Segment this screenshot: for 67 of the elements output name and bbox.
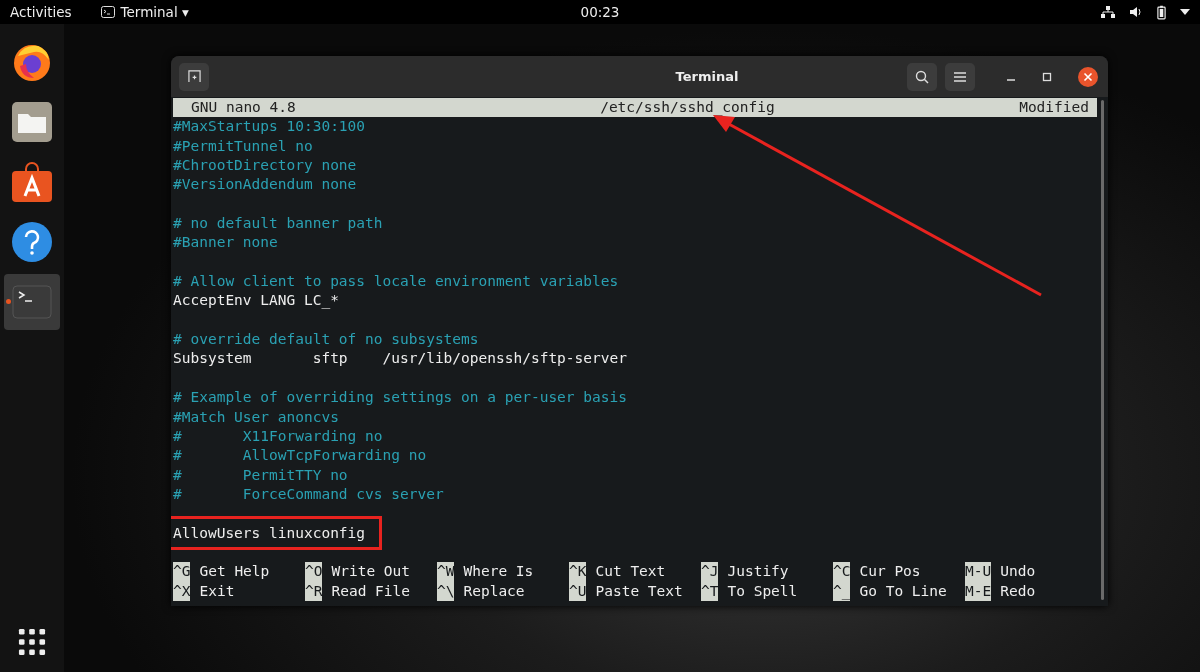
comment-line: #MaxStartups 10:30:100 (173, 118, 366, 135)
shortcut-key: ^K (569, 562, 587, 582)
comment-line: #Match User anoncvs (173, 408, 339, 425)
menu-button[interactable] (945, 62, 975, 91)
shortcut-label: Justify (727, 562, 789, 582)
search-button[interactable] (907, 62, 937, 91)
comment-line: # PermitTTY no (173, 466, 348, 483)
comment-line: # ForceCommand cvs server (173, 485, 444, 502)
shortcut-label: To Spell (727, 581, 798, 601)
close-icon[interactable] (1078, 66, 1098, 87)
comment-line: # no default banner path (173, 215, 383, 232)
modified-status: Modified (1019, 98, 1089, 117)
running-indicator (6, 299, 11, 304)
folder-icon[interactable] (12, 102, 52, 142)
menu-icon (954, 71, 966, 82)
shortcut-label: Undo (1000, 562, 1036, 582)
caret-icon[interactable] (1180, 9, 1190, 15)
editor-version: GNU nano 4.8 (191, 98, 296, 117)
shortcut-label: Go To Line (859, 581, 947, 601)
help-icon[interactable] (12, 222, 52, 262)
config-line: Subsystem sftp /usr/lib/openssh/sftp-server (173, 350, 627, 367)
comment-line: #VersionAddendum none (173, 176, 357, 193)
new-tab-icon (187, 70, 201, 83)
comment-line: #ChrootDirectory none (173, 157, 357, 174)
terminal-icon (100, 6, 115, 18)
comment-line: # Allow client to pass locale environment variables (173, 273, 619, 290)
comment-line: # Example of overriding settings on a per-user basis (173, 389, 627, 406)
shortcut-label: Cut Text (595, 562, 666, 582)
comment-line: # override default of no subsystems (173, 331, 479, 348)
shortcut-key: ^G (173, 562, 191, 582)
shortcut-key: ^O (305, 562, 323, 582)
comment-line: # AllowTcpForwarding no (173, 447, 427, 464)
shopping-bag-icon[interactable] (12, 162, 52, 202)
terminal-icon[interactable] (12, 282, 52, 322)
shortcut-label: Exit (199, 581, 235, 601)
app-grid-icon[interactable] (18, 628, 46, 656)
new-tab-button[interactable] (179, 62, 209, 91)
window-title: Terminal (674, 69, 740, 84)
comment-line: #PermitTunnel no (173, 137, 313, 154)
config-line: AllowUsers linuxconfig (171, 518, 380, 547)
shortcut-label: Paste Text (595, 581, 683, 601)
shortcut-label: Redo (1000, 581, 1036, 601)
shortcut-label: Cur Pos (859, 562, 921, 582)
network-icon[interactable] (1101, 5, 1115, 19)
browser-icon[interactable] (12, 42, 52, 82)
app-menu[interactable]: Terminal ▾ (100, 4, 189, 20)
shortcut-label: Get Help (199, 562, 270, 582)
shortcut-key: ^C (833, 562, 851, 582)
shortcut-label: Read File (331, 581, 411, 601)
shortcut-key: M-U (965, 562, 992, 582)
maximize-icon[interactable] (1042, 71, 1052, 82)
battery-icon[interactable] (1157, 4, 1166, 20)
activities-button[interactable]: Activities (10, 4, 72, 20)
shortcut-key: ^W (437, 562, 455, 582)
search-icon (915, 69, 929, 84)
shortcut-label: Replace (463, 581, 525, 601)
shortcut-label: Write Out (331, 562, 411, 582)
file-path: /etc/ssh/sshd_config (600, 98, 775, 118)
shortcut-key: ^J (701, 562, 719, 582)
config-line: AcceptEnv LANG LC_* (173, 292, 339, 309)
comment-line: # X11Forwarding no (173, 427, 383, 444)
shortcut-key: M-E (965, 581, 992, 601)
comment-line: #Banner none (173, 234, 278, 251)
clock[interactable]: 00:23 (580, 4, 620, 20)
shortcut-label: Where Is (463, 562, 534, 582)
volume-icon[interactable] (1129, 5, 1143, 19)
scrollbar[interactable] (1101, 100, 1104, 600)
